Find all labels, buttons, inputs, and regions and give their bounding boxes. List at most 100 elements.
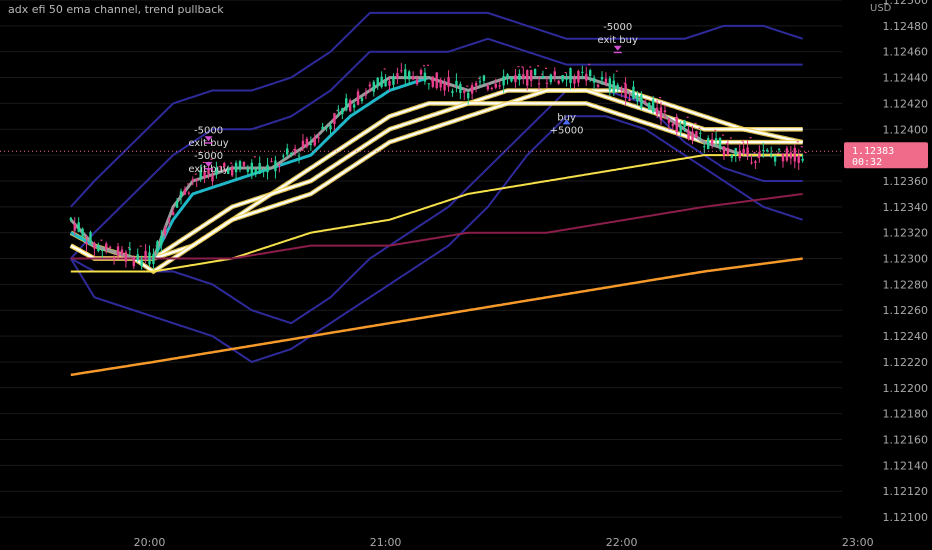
signal-dot (800, 146, 803, 148)
candle-body (234, 162, 238, 173)
candle-body (616, 84, 619, 90)
annotation-label: -5000 (603, 22, 632, 33)
candle-body (171, 212, 175, 215)
y-tick-label: 1.12160 (883, 434, 929, 447)
y-axis[interactable]: 1.12100 1.12120 1.12140 1.12160 1.12180 1.122… (883, 0, 929, 524)
candle-body (175, 201, 179, 208)
candle-body (278, 165, 281, 167)
candle-body (557, 80, 560, 84)
candle-body (620, 89, 623, 91)
annotation-label: exit buy (598, 35, 638, 46)
candle-body (364, 94, 368, 96)
candle-body (569, 68, 572, 84)
price-badge-countdown: 00:32 (852, 157, 882, 168)
signal-dot (741, 140, 744, 142)
y-tick-label: 1.12480 (883, 20, 929, 33)
candle-body (262, 169, 265, 172)
candle-body (144, 250, 147, 259)
candle-body (435, 72, 438, 89)
signal-dot (544, 67, 547, 69)
candle-body (486, 85, 490, 90)
candle-body (541, 76, 545, 79)
candle-body (482, 75, 486, 81)
candle-body (105, 243, 108, 250)
signal-dot (383, 68, 386, 70)
candle-body (561, 75, 564, 82)
candle-body (136, 254, 139, 261)
candle-body (164, 227, 167, 235)
candle-body (356, 91, 360, 105)
x-axis[interactable]: 20:00 21:00 22:00 23:00 (134, 536, 874, 549)
candle-body (101, 250, 104, 252)
candle-body (608, 78, 612, 91)
candle-body (667, 118, 671, 124)
candle-body (801, 158, 804, 161)
x-tick-label: 20:00 (134, 536, 166, 549)
candle-body (195, 179, 198, 181)
candle-body (160, 236, 163, 246)
candle-body (404, 69, 407, 80)
signal-dot (230, 162, 233, 164)
candle-body (459, 83, 462, 93)
candle-body (112, 258, 116, 260)
candle-body (691, 131, 694, 141)
candle-body (577, 71, 580, 83)
candle-body (419, 70, 423, 75)
candle-body (81, 228, 84, 237)
candle-body (230, 167, 234, 176)
price-chart[interactable]: -5000exit buy-5000exit buybuy+5000-5000e… (0, 0, 932, 550)
candle-body (510, 76, 513, 82)
signal-dot (521, 66, 524, 68)
candle-body (282, 155, 285, 157)
candle-body (490, 87, 494, 89)
candle-body (518, 73, 521, 80)
candle-body (498, 85, 501, 87)
y-tick-label: 1.12120 (883, 485, 929, 498)
candle-body (380, 76, 383, 87)
candle-body (533, 69, 537, 76)
candle-body (270, 161, 273, 163)
candle-body (116, 246, 120, 256)
y-tick-label: 1.12220 (883, 356, 929, 369)
annotation-label: -5000 (194, 151, 223, 162)
candle-body (797, 155, 800, 163)
y-tick-label: 1.12140 (883, 459, 929, 472)
price-badge: 1.12383 00:32 (844, 142, 928, 169)
signal-dot (698, 127, 701, 129)
candle-body (191, 179, 194, 182)
candle-body (321, 126, 324, 130)
candle-body (333, 113, 336, 125)
candle-body (758, 152, 761, 157)
signal-dot (659, 97, 662, 99)
candle-body (585, 73, 588, 81)
candle-body (348, 100, 352, 112)
candle-body (636, 95, 639, 102)
candle-body (69, 217, 73, 220)
candle-body (624, 83, 627, 99)
candle-body (549, 74, 553, 83)
candle-body (317, 137, 320, 139)
signal-dot (714, 129, 717, 131)
candle-body (73, 223, 76, 231)
candle-body (132, 257, 135, 267)
candle-body (392, 76, 395, 85)
candle-body (301, 140, 305, 148)
candle-body (341, 108, 344, 115)
y-tick-label: 1.12320 (883, 227, 929, 240)
candle-body (785, 148, 789, 161)
candle-body (522, 74, 525, 79)
candle-body (124, 252, 128, 262)
candle-body (187, 192, 191, 194)
candle-body (592, 77, 596, 83)
candle-body (439, 79, 442, 88)
candle-body (718, 137, 722, 148)
y-tick-label: 1.12100 (883, 511, 929, 524)
candle-body (777, 148, 781, 150)
candle-body (289, 153, 293, 155)
candle-body (644, 100, 647, 102)
signal-dot (253, 156, 256, 158)
candle-body (470, 85, 474, 94)
candle-body (793, 147, 796, 162)
y-tick-label: 1.12260 (883, 304, 929, 317)
candle-body (242, 161, 246, 166)
